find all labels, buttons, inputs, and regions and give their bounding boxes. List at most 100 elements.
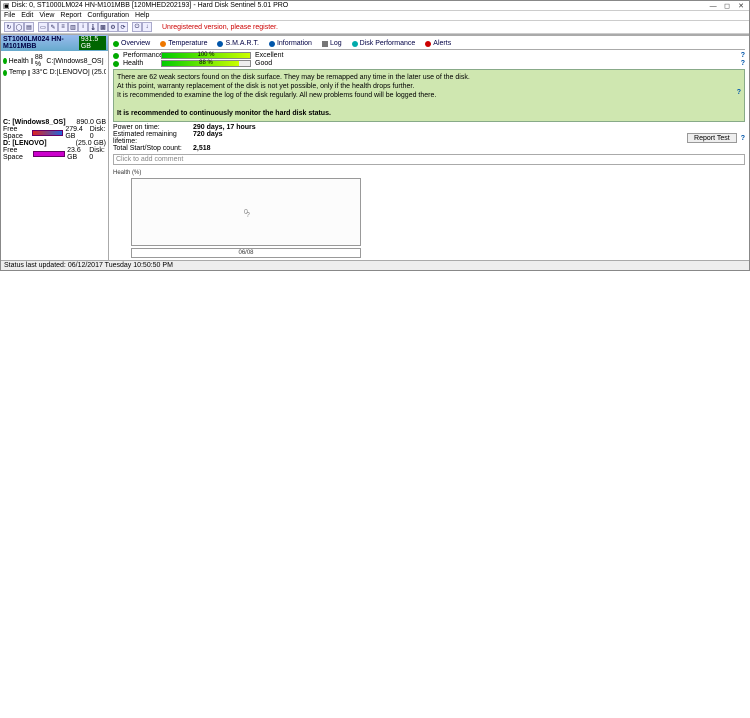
menu-view[interactable]: View bbox=[39, 12, 54, 19]
report-icon[interactable]: ▤ bbox=[24, 22, 34, 32]
tab-information[interactable]: Information bbox=[269, 40, 312, 47]
comment-field[interactable]: Click to add comment bbox=[113, 154, 745, 165]
menu-help[interactable]: Help bbox=[135, 12, 149, 19]
minimize-button[interactable]: — bbox=[707, 3, 719, 10]
reload-icon[interactable]: ⟳ bbox=[118, 22, 128, 32]
lifetime-stats: Power on time:290 days, 17 hours Estimat… bbox=[113, 124, 745, 152]
tab-disk-performance-label: Disk Performance bbox=[360, 40, 416, 47]
information-icon bbox=[269, 41, 275, 47]
tab-overview[interactable]: Overview bbox=[113, 40, 150, 47]
settings-icon[interactable]: ⚙ bbox=[108, 22, 118, 32]
menu-report[interactable]: Report bbox=[60, 12, 81, 19]
report-test-label: Report Test bbox=[694, 135, 730, 142]
status-message: There are 62 weak sectors found on the d… bbox=[113, 69, 745, 122]
msg-line-1: There are 62 weak sectors found on the d… bbox=[117, 73, 741, 82]
close-button[interactable]: ✕ bbox=[735, 2, 747, 10]
tab-overview-label: Overview bbox=[121, 40, 150, 47]
chart-summary: 06/08 bbox=[131, 248, 361, 258]
list-icon[interactable]: ≡ bbox=[58, 22, 68, 32]
down-icon[interactable]: ↓ bbox=[142, 22, 152, 32]
unregistered-notice[interactable]: Unregistered version, please register. bbox=[162, 24, 278, 31]
tab-log-label: Log bbox=[330, 40, 342, 47]
app-icon: ▣ bbox=[3, 2, 10, 10]
columns-icon[interactable]: ▥ bbox=[68, 22, 78, 32]
menu-file[interactable]: File bbox=[4, 12, 15, 19]
part-d-free-label: Free Space bbox=[3, 147, 31, 161]
app-window: ▣ Disk: 0, ST1000LM024 HN-M101MBB [120MH… bbox=[0, 0, 750, 271]
tab-information-label: Information bbox=[277, 40, 312, 47]
tss-key: Total Start/Stop count: bbox=[113, 145, 193, 152]
msg-line-2: At this point, warranty replacement of t… bbox=[117, 82, 741, 91]
alerts-icon bbox=[425, 41, 431, 47]
msg-recommendation: It is recommended to continuously monito… bbox=[117, 109, 741, 118]
tab-log[interactable]: Log bbox=[322, 40, 342, 47]
globe-icon[interactable]: ◯ bbox=[14, 22, 24, 32]
partition-d-header[interactable]: D: [LENOVO] (25.0 GB) bbox=[1, 140, 108, 147]
disk-stats: Health 88 % C:[Windows8_OS] (89; 0.5%)(?… bbox=[1, 51, 108, 79]
stat-health-label: Health bbox=[9, 58, 29, 65]
window-title: Disk: 0, ST1000LM024 HN-M101MBB [120MHED… bbox=[12, 2, 289, 9]
tab-alerts[interactable]: Alerts bbox=[425, 40, 451, 47]
log-icon bbox=[322, 41, 328, 47]
part-c-disk: Disk: 0 bbox=[90, 126, 106, 140]
stat-health-row: Health 88 % C:[Windows8_OS] (89; 0.5%)(?… bbox=[3, 54, 106, 68]
health-help-icon[interactable]: ? bbox=[741, 60, 745, 67]
maximize-button[interactable]: ◻ bbox=[721, 2, 733, 10]
smart-icon bbox=[217, 41, 223, 47]
assoc-d: D:[LENOVO] (25.0GB) (3%) bbox=[50, 69, 106, 76]
power-icon[interactable]: ⏻ bbox=[132, 22, 142, 32]
msg-help-icon[interactable]: ? bbox=[737, 88, 741, 97]
part-c-free-val: 279.4 GB bbox=[65, 126, 87, 140]
perf-dot-icon bbox=[113, 53, 119, 59]
metric-health: Health 88 % Good ? bbox=[113, 60, 745, 67]
health-mini-bar bbox=[31, 58, 33, 64]
test-icon[interactable]: ✎ bbox=[48, 22, 58, 32]
temperature-icon bbox=[160, 41, 166, 47]
tab-smart[interactable]: S.M.A.R.T. bbox=[217, 40, 258, 47]
window-controls: — ◻ ✕ bbox=[707, 2, 747, 10]
menu-edit[interactable]: Edit bbox=[21, 12, 33, 19]
part-d-disk: Disk: 0 bbox=[89, 147, 106, 161]
refresh-icon[interactable]: ↻ bbox=[4, 22, 14, 32]
chart-area[interactable]: 0 ? bbox=[131, 178, 361, 246]
content-area: ST1000LM024 HN-M101MBB 931.5 GB Health 8… bbox=[1, 34, 749, 260]
chart-title: Health (%) bbox=[113, 170, 141, 176]
health-dot-icon-2 bbox=[113, 61, 119, 67]
stat-temp-label: Temp bbox=[9, 69, 26, 76]
disk-size-badge: 931.5 GB bbox=[79, 36, 106, 50]
tab-disk-performance[interactable]: Disk Performance bbox=[352, 40, 416, 47]
right-panel: Overview Temperature S.M.A.R.T. Informat… bbox=[109, 35, 749, 260]
part-d-name: D: [LENOVO] bbox=[3, 140, 47, 147]
temp-icon[interactable]: 🌡 bbox=[88, 22, 98, 32]
report-test-button[interactable]: Report Test bbox=[687, 133, 737, 143]
erl-key: Estimated remaining lifetime: bbox=[113, 131, 193, 145]
tab-alerts-label: Alerts bbox=[433, 40, 451, 47]
disk-header[interactable]: ST1000LM024 HN-M101MBB 931.5 GB bbox=[1, 35, 108, 51]
health-text: Good bbox=[255, 60, 272, 67]
health-bar: 88 % bbox=[161, 60, 251, 67]
perf-help-icon[interactable]: ? bbox=[741, 52, 745, 59]
pot-key: Power on time: bbox=[113, 124, 193, 131]
disk-icon[interactable]: ▭ bbox=[38, 22, 48, 32]
health-chart: Health (%) 0 ? 06/08 bbox=[113, 169, 745, 258]
menu-bar: File Edit View Report Configuration Help bbox=[1, 11, 749, 21]
part-c-free-label: Free Space bbox=[3, 126, 30, 140]
chart-point: ? bbox=[246, 212, 250, 219]
health-bar-text: 88 % bbox=[162, 60, 250, 66]
partition-c-free: Free Space 279.4 GB Disk: 0 bbox=[1, 126, 108, 140]
disk-performance-icon bbox=[352, 41, 358, 47]
graph-icon[interactable]: ▩ bbox=[98, 22, 108, 32]
perf-text: Excellent bbox=[255, 52, 283, 59]
partition-d-free: Free Space 23.6 GB Disk: 0 bbox=[1, 147, 108, 161]
status-bar: Status last updated: 06/12/2017 Tuesday … bbox=[1, 260, 749, 270]
stat-temp-row: Temp 33°C D:[LENOVO] (25.0GB) (3%) bbox=[3, 69, 106, 76]
title-bar[interactable]: ▣ Disk: 0, ST1000LM024 HN-M101MBB [120MH… bbox=[1, 1, 749, 11]
menu-configuration[interactable]: Configuration bbox=[87, 12, 129, 19]
tab-temperature[interactable]: Temperature bbox=[160, 40, 207, 47]
stats-help-icon[interactable]: ? bbox=[741, 135, 745, 142]
overview-icon bbox=[113, 41, 119, 47]
perf-label: Performance bbox=[123, 52, 157, 59]
partition-c-header[interactable]: C: [Windows8_OS] 890.0 GB bbox=[1, 119, 108, 126]
tab-temperature-label: Temperature bbox=[168, 40, 207, 47]
info-icon[interactable]: i bbox=[78, 22, 88, 32]
